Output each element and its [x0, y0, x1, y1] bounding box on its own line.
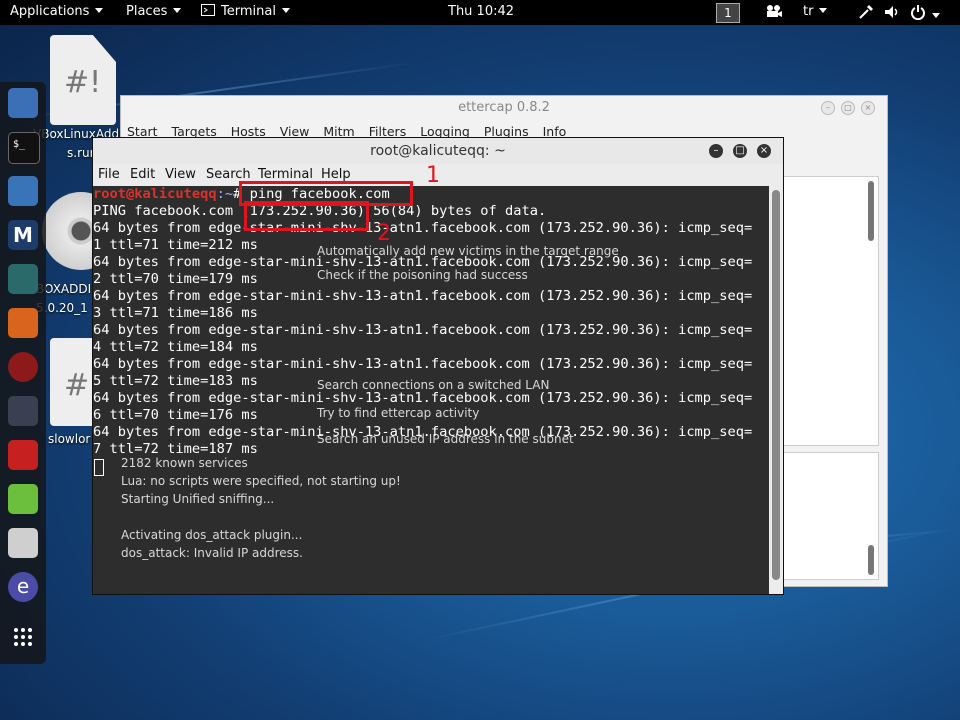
- maximize-icon[interactable]: □: [733, 144, 747, 158]
- terminal-window: root@kalicuteqq: ~ – □ × File Edit View …: [92, 137, 784, 595]
- places-menu[interactable]: Places: [126, 4, 182, 19]
- ping-reply: 64 bytes from edge-star-mini-shv-13-atn1…: [93, 322, 753, 338]
- workspace-indicator[interactable]: 1: [716, 3, 740, 23]
- plugin-list-pane: [781, 176, 879, 446]
- text-editor-icon[interactable]: [8, 484, 38, 514]
- ettercap-log-line: Starting Unified sniffing...: [121, 492, 275, 506]
- beef-icon[interactable]: [8, 396, 38, 426]
- menu-file[interactable]: File: [98, 167, 120, 182]
- scrollbar[interactable]: [868, 545, 874, 575]
- volume-icon[interactable]: [884, 4, 900, 24]
- close-icon[interactable]: ×: [861, 101, 875, 115]
- ping-reply-cont: 1 ttl=71 time=212 ms: [93, 237, 258, 253]
- ping-reply-cont: 7 ttl=72 time=187 ms: [93, 441, 258, 457]
- burpsuite-icon[interactable]: [8, 308, 38, 338]
- menu-terminal[interactable]: Terminal: [258, 167, 313, 182]
- flash-tool-icon[interactable]: [8, 440, 38, 470]
- video-icon[interactable]: [766, 4, 782, 22]
- ping-reply: 64 bytes from edge-star-mini-shv-13-atn1…: [93, 424, 753, 440]
- log-pane: [781, 452, 879, 580]
- ping-reply-cont: 4 ttl=72 time=184 ms: [93, 339, 258, 355]
- menu-view[interactable]: View: [165, 167, 196, 182]
- faraday-icon[interactable]: [8, 352, 38, 382]
- ettercap-title: ettercap 0.8.2: [458, 100, 550, 115]
- ping-reply-cont: 5 ttl=72 time=183 ms: [93, 373, 258, 389]
- ghost-text: Try to find ettercap activity: [317, 406, 480, 420]
- scrollbar-thumb[interactable]: [772, 190, 780, 580]
- ping-reply: 64 bytes from edge-star-mini-shv-13-atn1…: [93, 254, 753, 270]
- dock: $_ M e: [0, 82, 46, 664]
- highlight-ip: [244, 201, 369, 231]
- terminal-icon: [201, 4, 215, 16]
- ping-reply: 64 bytes from edge-star-mini-shv-13-atn1…: [93, 220, 753, 236]
- ping-reply: 64 bytes from edge-star-mini-shv-13-atn1…: [93, 390, 753, 406]
- ping-reply-cont: 6 ttl=70 time=176 ms: [93, 407, 258, 423]
- script-file-icon[interactable]: #!: [50, 35, 116, 125]
- files-icon[interactable]: [8, 176, 38, 206]
- scrollbar[interactable]: [868, 181, 874, 241]
- browser-icon[interactable]: e: [8, 572, 38, 602]
- metasploit-icon[interactable]: M: [8, 220, 38, 250]
- minimize-icon[interactable]: –: [709, 144, 723, 158]
- maximize-icon[interactable]: □: [841, 101, 855, 115]
- top-panel: Applications Places Terminal Thu 10:42 1…: [0, 0, 960, 25]
- terminal-scrollbar[interactable]: [769, 186, 783, 594]
- settings-app-icon[interactable]: [8, 528, 38, 558]
- terminal-dock-icon[interactable]: $_: [8, 132, 40, 164]
- applications-menu[interactable]: Applications: [10, 4, 104, 19]
- armitage-icon[interactable]: [8, 264, 38, 294]
- text-cursor: [94, 459, 104, 476]
- ping-reply: 64 bytes from edge-star-mini-shv-13-atn1…: [93, 356, 753, 372]
- ping-reply-cont: 3 ttl=71 time=186 ms: [93, 305, 258, 321]
- terminal-app-menu[interactable]: Terminal: [201, 4, 290, 19]
- minimize-icon[interactable]: –: [821, 101, 835, 115]
- settings-icon[interactable]: [858, 4, 874, 24]
- ettercap-log-line: 2182 known services: [121, 456, 248, 470]
- desktop-file-label: slowlor: [48, 432, 91, 446]
- prompt-path: :~: [216, 186, 234, 202]
- prompt-user: root@kalicuteqq: [93, 186, 217, 202]
- menu-search[interactable]: Search: [206, 167, 251, 182]
- show-apps-icon[interactable]: [8, 622, 38, 652]
- power-icon[interactable]: [910, 4, 940, 24]
- ettercap-log-line: dos_attack: Invalid IP address.: [121, 546, 303, 560]
- ghost-text: Check if the poisoning had success: [317, 268, 528, 282]
- clock[interactable]: Thu 10:42: [448, 4, 514, 19]
- annotation-1: 1: [426, 163, 440, 188]
- penguin-app-icon[interactable]: [8, 88, 38, 118]
- keyboard-layout-menu[interactable]: tr: [803, 4, 828, 19]
- ettercap-log-line: Activating dos_attack plugin...: [121, 528, 303, 542]
- ping-reply: 64 bytes from edge-star-mini-shv-13-atn1…: [93, 288, 753, 304]
- terminal-output[interactable]: Automatically add new victims in the tar…: [93, 186, 769, 594]
- terminal-title: root@kalicuteqq: ~: [93, 138, 783, 164]
- menu-help[interactable]: Help: [321, 167, 351, 182]
- annotation-2: 2: [377, 221, 391, 246]
- ping-reply-cont: 2 ttl=70 time=179 ms: [93, 271, 258, 287]
- close-icon[interactable]: ×: [757, 144, 771, 158]
- ettercap-log-line: Lua: no scripts were specified, not star…: [121, 474, 401, 488]
- menu-edit[interactable]: Edit: [130, 167, 155, 182]
